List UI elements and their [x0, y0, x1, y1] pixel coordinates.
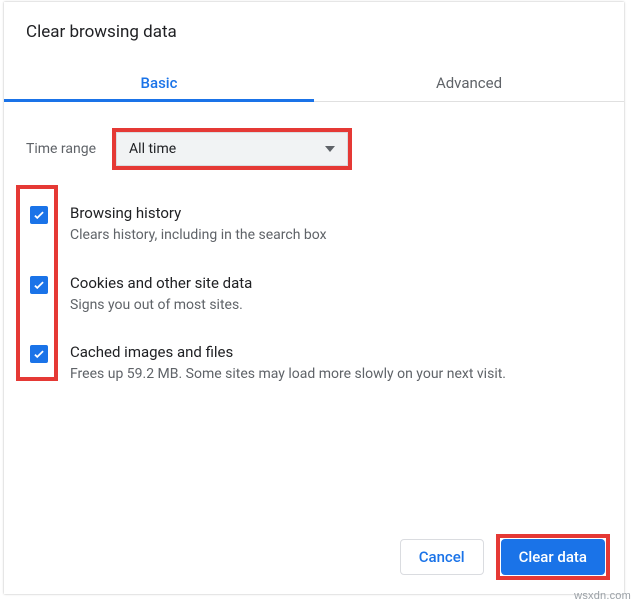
cancel-button[interactable]: Cancel — [400, 539, 484, 575]
option-title: Cached images and files — [70, 343, 602, 361]
tab-advanced[interactable]: Advanced — [314, 64, 624, 101]
dialog-footer: Cancel Clear data — [400, 534, 610, 580]
tab-basic[interactable]: Basic — [4, 64, 314, 101]
tab-label: Basic — [141, 74, 178, 92]
option-row: Browsing history Clears history, includi… — [26, 204, 602, 246]
option-desc: Clears history, including in the search … — [70, 226, 602, 246]
button-label: Clear data — [519, 548, 587, 566]
check-icon — [32, 208, 46, 222]
tab-label: Advanced — [436, 74, 502, 92]
clear-browsing-data-dialog: Clear browsing data Basic Advanced Time … — [4, 2, 624, 594]
option-row: Cached images and files Frees up 59.2 MB… — [26, 343, 602, 385]
clear-data-button[interactable]: Clear data — [501, 539, 605, 575]
watermark: wsxdn.com — [574, 590, 631, 602]
tabs: Basic Advanced — [4, 64, 624, 102]
options-list: Browsing history Clears history, includi… — [26, 204, 602, 385]
option-desc: Frees up 59.2 MB. Some sites may load mo… — [70, 365, 602, 385]
chevron-down-icon — [325, 146, 335, 152]
dialog-content: Time range All time Browsing history Cle… — [4, 102, 624, 385]
checkbox-cookies[interactable] — [30, 276, 48, 294]
option-desc: Signs you out of most sites. — [70, 296, 602, 316]
time-range-value: All time — [129, 141, 176, 157]
checkbox-cached[interactable] — [30, 345, 48, 363]
highlight-box: Clear data — [496, 534, 610, 580]
option-title: Cookies and other site data — [70, 274, 602, 292]
check-icon — [32, 278, 46, 292]
option-row: Cookies and other site data Signs you ou… — [26, 274, 602, 316]
checkbox-browsing-history[interactable] — [30, 206, 48, 224]
highlight-box: All time — [112, 128, 352, 170]
time-range-label: Time range — [26, 141, 96, 157]
time-range-select[interactable]: All time — [116, 132, 348, 166]
button-label: Cancel — [419, 548, 465, 566]
option-title: Browsing history — [70, 204, 602, 222]
time-range-row: Time range All time — [26, 128, 602, 170]
dialog-title: Clear browsing data — [4, 2, 624, 42]
check-icon — [32, 347, 46, 361]
